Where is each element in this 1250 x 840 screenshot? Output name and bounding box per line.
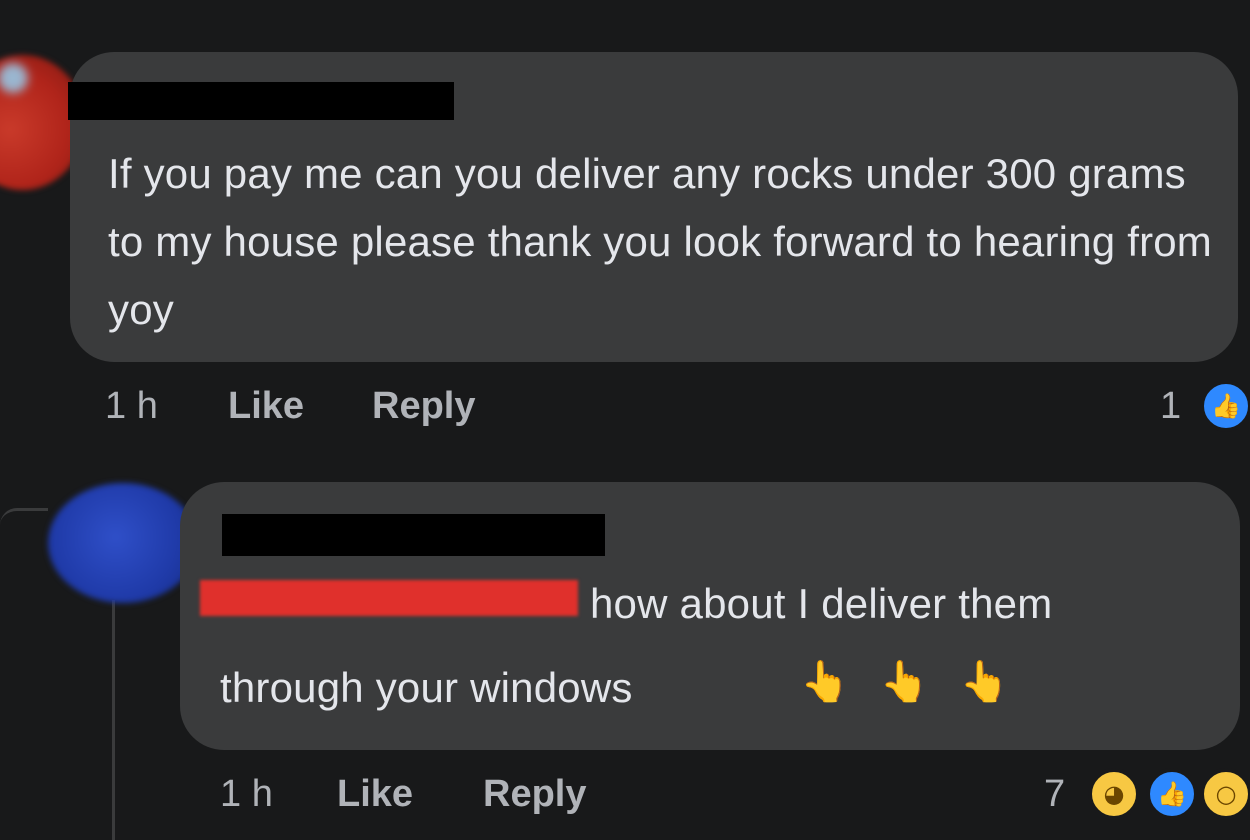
haha-icon[interactable]: ◕: [1088, 768, 1140, 820]
pointing-finger-emoji-icon: 👆: [800, 659, 850, 705]
comment-timestamp[interactable]: 1 h: [105, 384, 158, 428]
thread-line: [112, 600, 115, 840]
author-name-redacted: [68, 82, 454, 120]
wow-icon[interactable]: ○: [1200, 768, 1250, 820]
comment-text: If you pay me can you deliver any rocks …: [108, 150, 1212, 333]
reply-text-line-1: how about I deliver them: [590, 580, 1053, 627]
reply-author-name-redacted: [222, 514, 605, 556]
replier-avatar[interactable]: [48, 483, 198, 603]
thread-connector: [0, 508, 48, 525]
like-icon[interactable]: 👍: [1200, 380, 1250, 432]
like-button[interactable]: Like: [228, 384, 304, 428]
reaction-count[interactable]: 1: [1160, 384, 1181, 428]
reaction-count[interactable]: 7: [1044, 772, 1065, 816]
reply-button[interactable]: Reply: [483, 772, 586, 816]
reply-text-line-2: through your windows: [220, 664, 633, 711]
mention-redacted[interactable]: [200, 580, 578, 616]
pointing-finger-emoji-icon: 👆: [879, 659, 930, 705]
like-icon[interactable]: 👍: [1146, 768, 1198, 820]
reply-timestamp[interactable]: 1 h: [220, 772, 273, 816]
reply-button[interactable]: Reply: [372, 384, 475, 428]
pointing-finger-emoji-icon: 👆: [959, 659, 1010, 705]
like-button[interactable]: Like: [337, 772, 413, 816]
emoji-group: 👆 👆 👆: [800, 652, 1009, 712]
